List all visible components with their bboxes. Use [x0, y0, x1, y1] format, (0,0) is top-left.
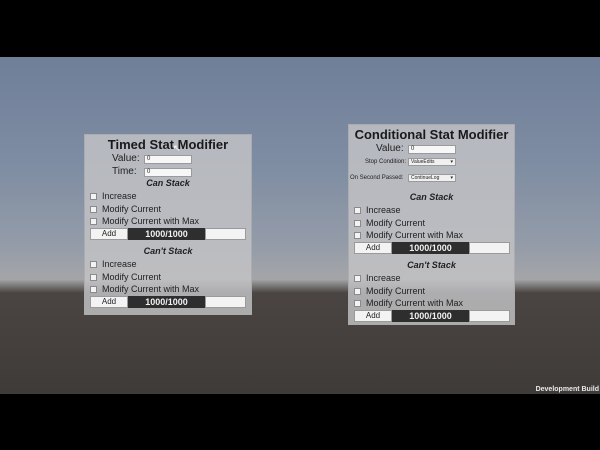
checkbox[interactable]	[90, 206, 97, 213]
development-build-label: Development Build	[535, 386, 599, 393]
checkbox[interactable]	[90, 261, 97, 268]
option-label: Increase	[102, 191, 137, 201]
checkbox[interactable]	[354, 288, 361, 295]
chevron-down-icon: ▾	[450, 159, 453, 165]
value-input[interactable]: 0	[144, 155, 192, 164]
value-label: Value:	[376, 143, 404, 154]
dropdown-value: ValueEdits	[411, 159, 435, 165]
option-label: Increase	[366, 273, 401, 283]
option-label: Increase	[366, 205, 401, 215]
value-input[interactable]: 0	[408, 145, 456, 154]
checkbox[interactable]	[354, 232, 361, 239]
checkbox[interactable]	[90, 218, 97, 225]
can-stack-header: Can Stack	[146, 178, 190, 188]
cant-stack-actions: Add 1000/1000	[90, 296, 246, 308]
add-button[interactable]: Add	[90, 296, 128, 308]
timed-stat-modifier-panel: Timed Stat Modifier Value: 0 Time: 0 Can…	[84, 134, 252, 315]
option-label: Modify Current	[366, 286, 426, 296]
mouse-cursor-icon: ↖	[173, 143, 181, 153]
stat-bar-remainder	[205, 228, 246, 240]
cant-stack-actions: Add 1000/1000	[354, 310, 510, 322]
chevron-down-icon: ▾	[450, 175, 453, 181]
checkbox[interactable]	[90, 286, 97, 293]
cant-stack-header: Can't Stack	[143, 246, 193, 256]
dropdown-value: ContinueLog	[411, 175, 440, 181]
conditional-stat-modifier-panel: Conditional Stat Modifier Value: 0 Stop …	[348, 124, 515, 325]
checkbox[interactable]	[354, 275, 361, 282]
value-label: Value:	[112, 153, 140, 164]
checkbox[interactable]	[90, 193, 97, 200]
option-label: Modify Current with Max	[102, 216, 200, 226]
can-stack-header: Can Stack	[409, 192, 454, 202]
option-label: Modify Current	[366, 218, 426, 228]
panel-title: Conditional Stat Modifier	[354, 127, 509, 142]
cant-stack-header: Can't Stack	[407, 260, 456, 270]
panel-title: Timed Stat Modifier	[107, 137, 229, 152]
stat-bar: 1000/1000	[128, 228, 205, 240]
stat-bar: 1000/1000	[392, 310, 469, 322]
can-stack-actions: Add 1000/1000	[354, 242, 510, 254]
time-label: Time:	[112, 166, 137, 177]
option-label: Modify Current	[102, 204, 162, 214]
add-button[interactable]: Add	[354, 310, 392, 322]
second-passed-label: On Second Passed:	[350, 175, 404, 181]
checkbox[interactable]	[354, 207, 361, 214]
checkbox[interactable]	[354, 300, 361, 307]
stat-bar-remainder	[469, 242, 510, 254]
option-label: Modify Current with Max	[102, 284, 200, 294]
time-input[interactable]: 0	[144, 168, 192, 177]
stat-bar-remainder	[469, 310, 510, 322]
option-label: Modify Current with Max	[366, 298, 464, 308]
option-label: Modify Current with Max	[366, 230, 464, 240]
option-label: Modify Current	[102, 272, 162, 282]
can-stack-actions: Add 1000/1000	[90, 228, 246, 240]
stop-condition-dropdown[interactable]: ValueEdits ▾	[408, 158, 456, 166]
checkbox[interactable]	[90, 274, 97, 281]
checkbox[interactable]	[354, 220, 361, 227]
stop-condition-label: Stop Condition:	[365, 159, 407, 165]
stat-bar: 1000/1000	[128, 296, 205, 308]
second-passed-dropdown[interactable]: ContinueLog ▾	[408, 174, 456, 182]
stat-bar-remainder	[205, 296, 246, 308]
add-button[interactable]: Add	[354, 242, 392, 254]
option-label: Increase	[102, 259, 137, 269]
stat-bar: 1000/1000	[392, 242, 469, 254]
add-button[interactable]: Add	[90, 228, 128, 240]
